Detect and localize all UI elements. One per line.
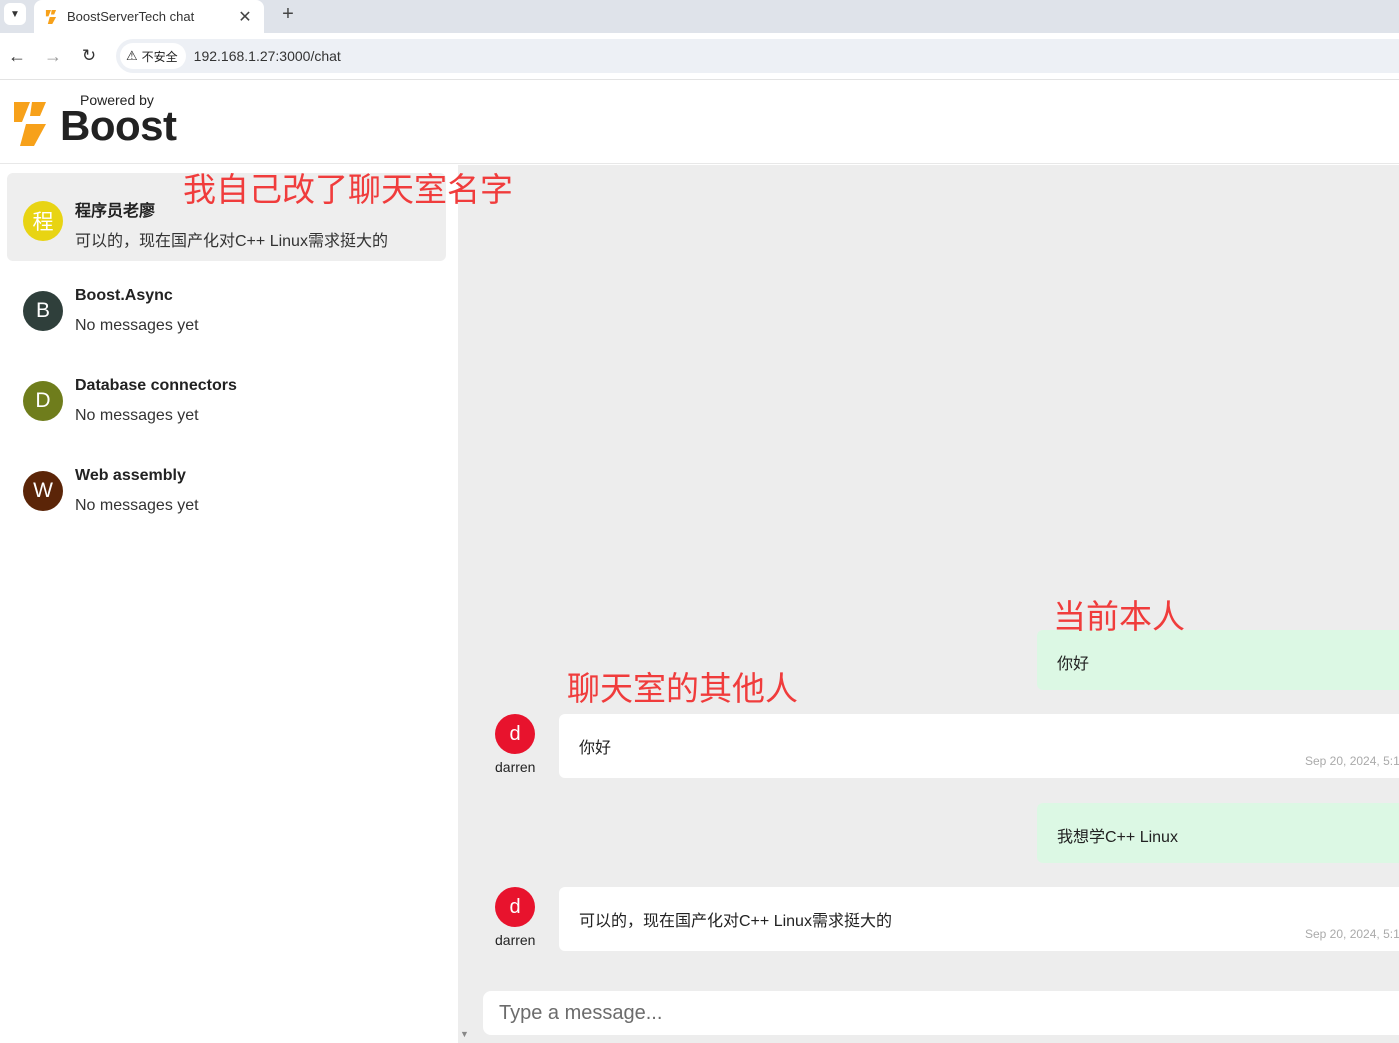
room-name: Database connectors xyxy=(75,377,237,394)
outgoing-message: 你好 xyxy=(1037,630,1399,690)
annotation-self: 当前本人 xyxy=(1053,597,1185,636)
sender-avatar: d xyxy=(495,887,535,927)
security-indicator[interactable]: ⚠ 不安全 xyxy=(120,43,186,69)
forward-arrow-icon[interactable]: → xyxy=(42,45,64,67)
room-last-message: No messages yet xyxy=(75,317,199,334)
message-text: 我想学C++ Linux xyxy=(1057,829,1178,846)
incoming-message: 可以的，现在国产化对C++ Linux需求挺大的 Sep 20, 2024, 5… xyxy=(559,887,1399,951)
annotation-rename: 我自己改了聊天室名字 xyxy=(183,170,513,209)
room-avatar: B xyxy=(23,291,63,331)
room-avatar: 程 xyxy=(23,201,63,241)
message-text: 你好 xyxy=(1057,656,1090,673)
room-item-web-assembly[interactable]: W Web assembly No messages yet xyxy=(7,443,446,531)
message-timestamp: Sep 20, 2024, 5:1 xyxy=(1305,927,1399,941)
message-input[interactable] xyxy=(483,991,1399,1035)
url-text[interactable]: 192.168.1.27:3000/chat xyxy=(194,48,341,64)
message-timestamp: Sep 20, 2024, 5:1 xyxy=(1305,754,1399,768)
back-arrow-icon[interactable]: ← xyxy=(6,45,28,67)
brand-name: Boost xyxy=(60,102,177,149)
browser-tab[interactable]: BoostServerTech chat ✕ xyxy=(34,0,264,33)
boost-logo-icon xyxy=(14,102,46,146)
room-list: 程 程序员老廖 可以的，现在国产化对C++ Linux需求挺大的 B Boost… xyxy=(0,165,458,1043)
new-tab-plus-icon[interactable]: + xyxy=(278,4,298,24)
room-last-message: No messages yet xyxy=(75,407,199,424)
room-avatar: D xyxy=(23,381,63,421)
room-item-database-connectors[interactable]: D Database connectors No messages yet xyxy=(7,353,446,441)
address-bar[interactable]: ⚠ 不安全 192.168.1.27:3000/chat xyxy=(116,39,1399,73)
close-tab-icon[interactable]: ✕ xyxy=(236,7,254,27)
boost-favicon-icon xyxy=(45,9,57,24)
annotation-others: 聊天室的其他人 xyxy=(567,669,798,708)
room-last-message: No messages yet xyxy=(75,497,199,514)
room-item-boost-async[interactable]: B Boost.Async No messages yet xyxy=(7,263,446,351)
message-text: 可以的，现在国产化对C++ Linux需求挺大的 xyxy=(579,913,892,930)
scroll-down-icon[interactable]: ▼ xyxy=(460,1029,469,1039)
browser-tab-bar: ▼ BoostServerTech chat ✕ + xyxy=(0,0,1399,33)
room-last-message: 可以的，现在国产化对C++ Linux需求挺大的 xyxy=(75,233,388,250)
room-name: Boost.Async xyxy=(75,287,173,304)
sender-avatar: d xyxy=(495,714,535,754)
outgoing-message: 我想学C++ Linux xyxy=(1037,803,1399,863)
sender-username: darren xyxy=(495,759,536,775)
sender-username: darren xyxy=(495,932,536,948)
browser-toolbar: ← → ↻ ⚠ 不安全 192.168.1.27:3000/chat xyxy=(0,33,1399,80)
warning-triangle-icon: ⚠ xyxy=(126,48,138,63)
security-label: 不安全 xyxy=(141,49,178,64)
incoming-message: 你好 Sep 20, 2024, 5:1 xyxy=(559,714,1399,778)
room-name: 程序员老廖 xyxy=(75,203,156,220)
tab-title: BoostServerTech chat xyxy=(67,9,195,24)
app-header: Powered by Boost xyxy=(0,80,1399,164)
message-text: 你好 xyxy=(579,740,612,757)
room-avatar: W xyxy=(23,471,63,511)
reload-icon[interactable]: ↻ xyxy=(78,45,100,67)
room-name: Web assembly xyxy=(75,467,186,484)
tab-search-chevron-icon[interactable]: ▼ xyxy=(4,3,26,25)
